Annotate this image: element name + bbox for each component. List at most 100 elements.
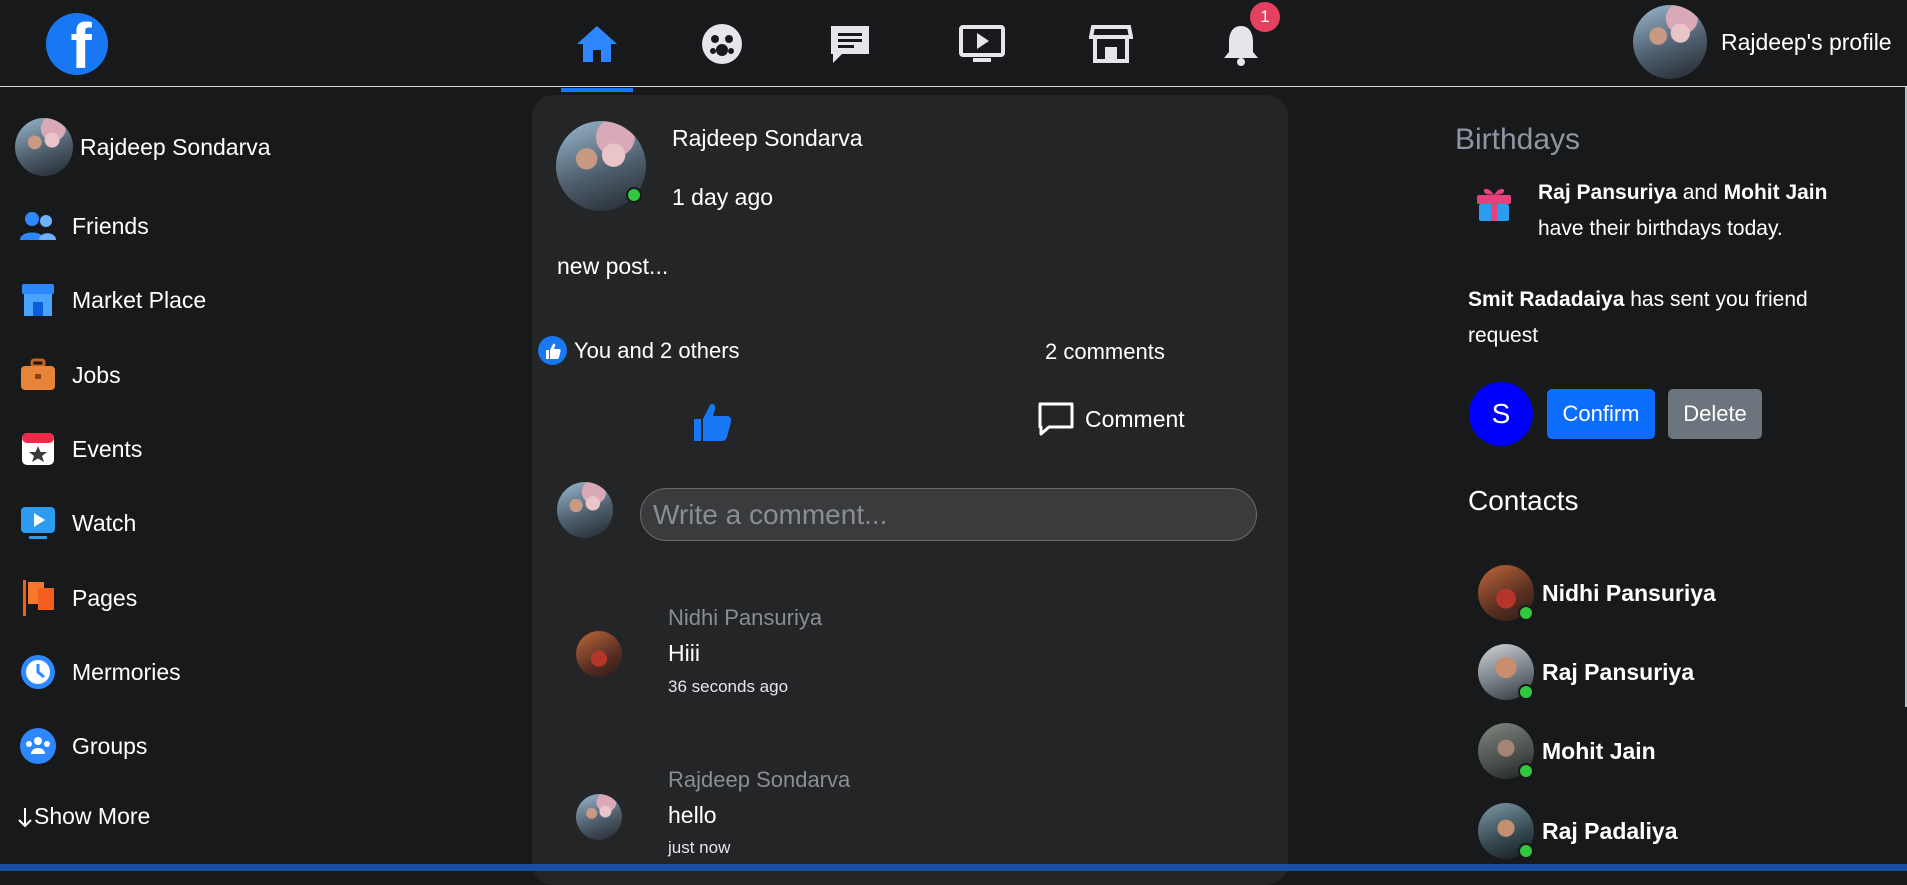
contact-item[interactable]: Raj Pansuriya: [1478, 644, 1694, 700]
sidebar-item-label: Groups: [72, 732, 148, 759]
online-status-dot: [626, 187, 642, 203]
online-status-dot: [1518, 763, 1534, 779]
marketplace-icon: [19, 281, 57, 319]
contact-name: Mohit Jain: [1542, 737, 1656, 764]
arrow-down-icon: [18, 807, 32, 827]
comments-count[interactable]: 2 comments: [1045, 339, 1165, 365]
comment-text: hello: [668, 802, 717, 828]
comment-author-avatar[interactable]: [576, 794, 622, 840]
sidebar-item-jobs[interactable]: Jobs: [19, 355, 121, 395]
current-user-avatar: [557, 482, 613, 538]
show-more-button[interactable]: Show More: [16, 803, 150, 830]
online-status-dot: [1518, 684, 1534, 700]
sidebar-item-label: Pages: [72, 584, 138, 611]
contact-name: Raj Pansuriya: [1542, 658, 1695, 685]
friend-request-message-cont: request: [1468, 324, 1539, 347]
comment-timestamp: just now: [668, 838, 731, 857]
sidebar-item-label: Mermories: [72, 658, 181, 685]
marketplace-icon: [1089, 25, 1133, 63]
logo-letter: f: [70, 13, 92, 75]
profile-menu[interactable]: Rajdeep's profile: [1633, 5, 1892, 79]
profile-label: Rajdeep's profile: [1721, 28, 1892, 55]
sidebar-item-watch[interactable]: Watch: [19, 503, 136, 543]
sidebar-user-name: Rajdeep Sondarva: [80, 133, 271, 160]
birthday-text: Raj Pansuriya and Mohit Jain: [1538, 181, 1827, 205]
calendar-icon: [19, 430, 57, 468]
clock-icon: [19, 653, 57, 691]
birthday-name[interactable]: Raj Pansuriya: [1538, 181, 1677, 204]
post-author-avatar[interactable]: [556, 121, 646, 211]
like-badge-icon: [538, 336, 567, 365]
friend-request-message: has sent you friend: [1630, 288, 1808, 311]
briefcase-icon: [19, 356, 57, 394]
sidebar-item-label: Events: [72, 435, 143, 462]
sidebar-item-label: Jobs: [72, 361, 121, 388]
friend-request-name[interactable]: Smit Radadaiya: [1468, 288, 1624, 311]
confirm-button[interactable]: Confirm: [1547, 389, 1655, 439]
nav-watch-button[interactable]: [950, 12, 1014, 76]
contact-item[interactable]: Raj Padaliya: [1478, 803, 1678, 859]
comment-icon: [1038, 402, 1074, 436]
messages-icon: [831, 26, 869, 63]
contact-name: Nidhi Pansuriya: [1542, 579, 1716, 606]
bottom-bar: [0, 864, 1907, 871]
contact-avatar: [1478, 723, 1534, 779]
contact-item[interactable]: Nidhi Pansuriya: [1478, 565, 1716, 621]
sidebar-item-memories[interactable]: Mermories: [19, 652, 181, 692]
likes-text: You and 2 others: [574, 337, 740, 363]
home-icon: [577, 26, 617, 62]
nav-messages-button[interactable]: [818, 12, 882, 76]
nav-marketplace-button[interactable]: [1079, 12, 1143, 76]
comment-button[interactable]: Comment: [1037, 401, 1185, 437]
birthday-name[interactable]: Mohit Jain: [1724, 181, 1828, 204]
contact-avatar: [1478, 803, 1534, 859]
comment-input[interactable]: [640, 488, 1257, 541]
gift-icon: [1477, 188, 1511, 221]
comment-button-label: Comment: [1085, 405, 1185, 432]
post-author-name[interactable]: Rajdeep Sondarva: [672, 125, 863, 152]
friend-request-text: Smit Radadaiya has sent you friend: [1468, 288, 1808, 312]
like-button[interactable]: [688, 398, 736, 446]
sidebar-item-label: Friends: [72, 212, 149, 239]
sidebar-item-label: Watch: [72, 509, 137, 536]
groups-icon: [19, 727, 57, 765]
friend-request-avatar[interactable]: S: [1469, 382, 1533, 446]
contact-item[interactable]: Mohit Jain: [1478, 723, 1656, 779]
comment-author-name[interactable]: Nidhi Pansuriya: [668, 605, 822, 631]
nav-groups-button[interactable]: [690, 12, 754, 76]
sidebar-item-groups[interactable]: Groups: [19, 726, 147, 766]
sidebar-item-label: Market Place: [72, 286, 207, 313]
sidebar-item-friends[interactable]: Friends: [19, 206, 149, 246]
contact-name: Raj Padaliya: [1542, 817, 1678, 844]
delete-button[interactable]: Delete: [1668, 389, 1762, 439]
sidebar-item-marketplace[interactable]: Market Place: [19, 280, 206, 320]
comment-text: Hiii: [668, 640, 700, 666]
thumbs-up-icon: [694, 404, 732, 441]
facebook-logo-icon[interactable]: f: [46, 13, 108, 75]
online-status-dot: [1518, 605, 1534, 621]
contact-avatar: [1478, 644, 1534, 700]
sidebar-item-pages[interactable]: Pages: [19, 578, 137, 618]
comment-timestamp: 36 seconds ago: [668, 677, 789, 696]
contacts-title: Contacts: [1468, 485, 1579, 516]
post-timestamp: 1 day ago: [672, 184, 774, 210]
sidebar-item-events[interactable]: Events: [19, 429, 142, 469]
contact-avatar: [1478, 565, 1534, 621]
likes-summary[interactable]: You and 2 others: [538, 336, 740, 365]
post-text: new post...: [557, 253, 669, 279]
notification-badge: 1: [1250, 2, 1280, 32]
show-more-label: Show More: [34, 803, 151, 829]
birthdays-title: Birthdays: [1455, 123, 1581, 156]
comment-author-name[interactable]: Rajdeep Sondarva: [668, 767, 850, 793]
top-navigation-bar: f 1 Rajdeep's profile: [0, 0, 1907, 92]
watch-icon: [959, 25, 1005, 62]
profile-avatar: [1633, 5, 1707, 79]
sidebar-user[interactable]: Rajdeep Sondarva: [15, 118, 271, 176]
active-tab-indicator: [561, 88, 633, 92]
online-status-dot: [1518, 843, 1534, 859]
groups-icon: [702, 24, 742, 64]
nav-home-button[interactable]: [561, 12, 633, 92]
flag-icon: [19, 579, 57, 617]
comment-author-avatar[interactable]: [576, 631, 622, 677]
friends-icon: [19, 207, 57, 245]
